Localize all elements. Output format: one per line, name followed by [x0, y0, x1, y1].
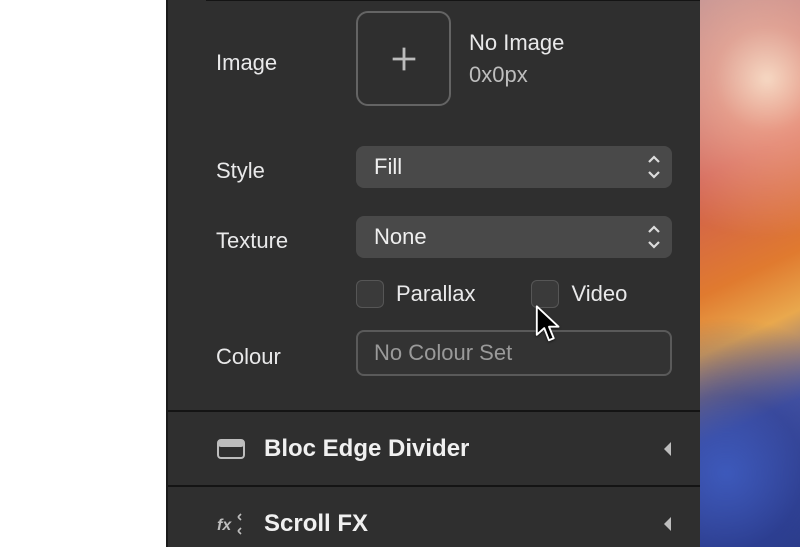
parallax-checkbox[interactable]: Parallax [356, 280, 475, 308]
parallax-label: Parallax [396, 281, 475, 307]
image-label: Image [216, 42, 356, 76]
texture-select[interactable]: None [356, 216, 672, 258]
fx-icon: fx [216, 512, 246, 536]
inspector-panel: Image No Image 0x0px Style Fill [166, 0, 700, 547]
stepper-icon [646, 224, 662, 250]
video-label: Video [571, 281, 627, 307]
add-image-button[interactable] [356, 11, 451, 106]
collapse-left-icon [660, 440, 674, 458]
texture-value: None [374, 224, 427, 250]
checkbox-box-icon [356, 280, 384, 308]
section-bloc-edge-divider[interactable]: Bloc Edge Divider [168, 410, 700, 485]
video-checkbox[interactable]: Video [531, 280, 627, 308]
colour-placeholder: No Colour Set [374, 340, 512, 366]
stepper-icon [646, 154, 662, 180]
checkbox-box-icon [531, 280, 559, 308]
texture-label: Texture [216, 220, 356, 254]
colour-input[interactable]: No Colour Set [356, 330, 672, 376]
card-icon [216, 437, 246, 461]
style-value: Fill [374, 154, 402, 180]
image-dimensions: 0x0px [469, 62, 564, 88]
style-label: Style [216, 150, 356, 184]
section-scroll-fx[interactable]: fx Scroll FX [168, 485, 700, 560]
divider [206, 0, 701, 1]
image-title: No Image [469, 30, 564, 56]
colour-label: Colour [216, 336, 356, 370]
style-select[interactable]: Fill [356, 146, 672, 188]
collapse-left-icon [660, 515, 674, 533]
section-title: Bloc Edge Divider [264, 435, 469, 463]
canvas-area [0, 0, 166, 547]
svg-text:fx: fx [217, 517, 232, 534]
desktop-wallpaper [700, 0, 800, 547]
section-title: Scroll FX [264, 510, 368, 538]
plus-icon [387, 42, 421, 76]
